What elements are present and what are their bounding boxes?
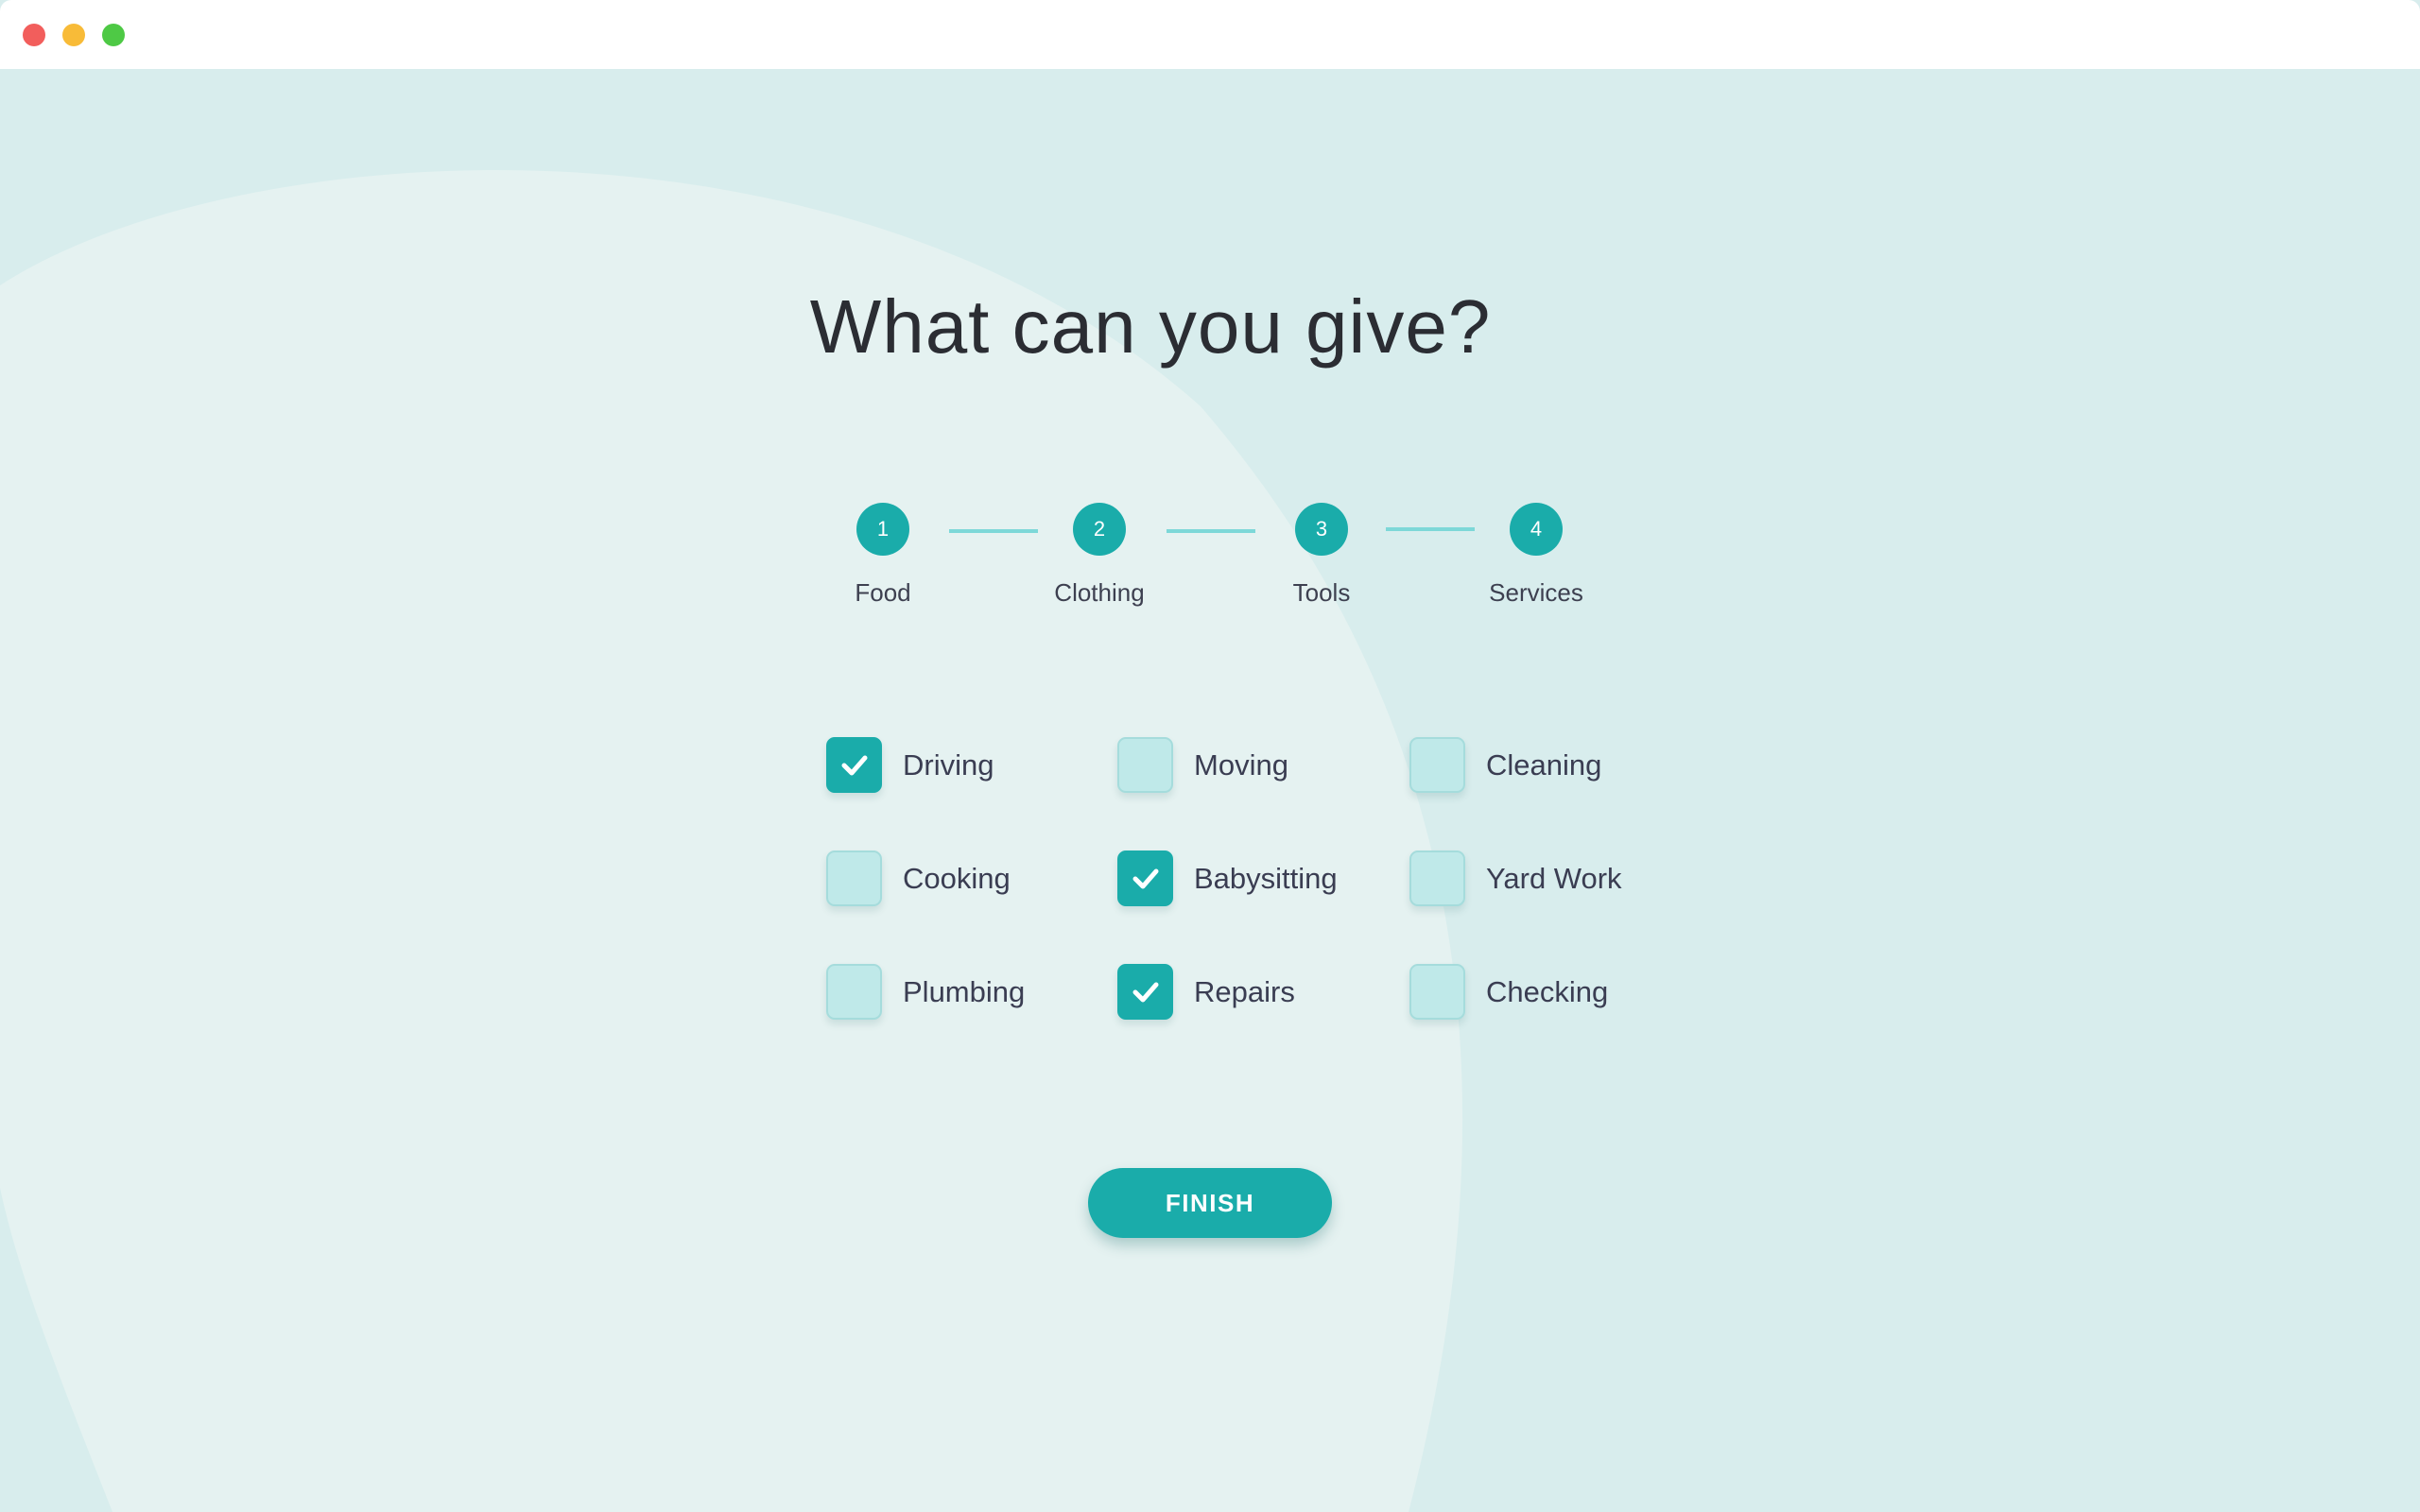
option-label: Cleaning bbox=[1486, 747, 1602, 782]
option-label: Driving bbox=[903, 747, 994, 782]
finish-button[interactable]: FINISH bbox=[1088, 1168, 1332, 1238]
option-cleaning[interactable]: Cleaning bbox=[1409, 737, 1601, 793]
step-label: Clothing bbox=[1054, 578, 1145, 607]
page-title: What can you give? bbox=[809, 284, 1492, 369]
checkbox[interactable] bbox=[1117, 737, 1173, 793]
checkmark-icon bbox=[1132, 982, 1158, 1002]
checkbox[interactable] bbox=[1409, 737, 1465, 793]
option-cooking[interactable]: Cooking bbox=[826, 850, 1011, 906]
step-tools[interactable]: 3 Tools bbox=[1227, 503, 1416, 608]
option-label: Yard Work bbox=[1486, 861, 1622, 895]
checkbox[interactable] bbox=[1409, 850, 1465, 906]
step-number: 3 bbox=[1295, 503, 1348, 556]
option-moving[interactable]: Moving bbox=[1117, 737, 1288, 793]
checkbox[interactable] bbox=[1117, 964, 1173, 1020]
checkbox[interactable] bbox=[1409, 964, 1465, 1020]
checkbox[interactable] bbox=[826, 850, 882, 906]
option-label: Cooking bbox=[903, 861, 1011, 895]
option-plumbing[interactable]: Plumbing bbox=[826, 964, 1025, 1020]
step-number: 4 bbox=[1510, 503, 1563, 556]
checkbox[interactable] bbox=[826, 737, 882, 793]
step-label: Food bbox=[855, 578, 911, 607]
option-driving[interactable]: Driving bbox=[826, 737, 994, 793]
option-label: Plumbing bbox=[903, 974, 1026, 1008]
option-repairs[interactable]: Repairs bbox=[1117, 964, 1295, 1020]
step-number: 2 bbox=[1073, 503, 1126, 556]
window-titlebar bbox=[0, 0, 2420, 69]
close-window-button[interactable] bbox=[23, 24, 45, 46]
step-services[interactable]: 4 Services bbox=[1442, 503, 1631, 608]
option-label: Checking bbox=[1486, 974, 1609, 1008]
option-yard-work[interactable]: Yard Work bbox=[1409, 850, 1622, 906]
option-babysitting[interactable]: Babysitting bbox=[1117, 850, 1338, 906]
option-label: Moving bbox=[1194, 747, 1288, 782]
step-food[interactable]: 1 Food bbox=[788, 503, 977, 608]
step-number: 1 bbox=[856, 503, 909, 556]
step-label: Tools bbox=[1292, 578, 1351, 607]
minimize-window-button[interactable] bbox=[62, 24, 85, 46]
step-clothing[interactable]: 2 Clothing bbox=[1005, 503, 1194, 608]
option-label: Repairs bbox=[1194, 974, 1295, 1008]
checkmark-icon bbox=[841, 755, 867, 775]
checkbox[interactable] bbox=[826, 964, 882, 1020]
option-label: Babysitting bbox=[1194, 861, 1338, 895]
checkbox[interactable] bbox=[1117, 850, 1173, 906]
step-label: Services bbox=[1489, 578, 1583, 607]
checkmark-icon bbox=[1132, 868, 1158, 888]
option-checking[interactable]: Checking bbox=[1409, 964, 1608, 1020]
zoom-window-button[interactable] bbox=[102, 24, 125, 46]
